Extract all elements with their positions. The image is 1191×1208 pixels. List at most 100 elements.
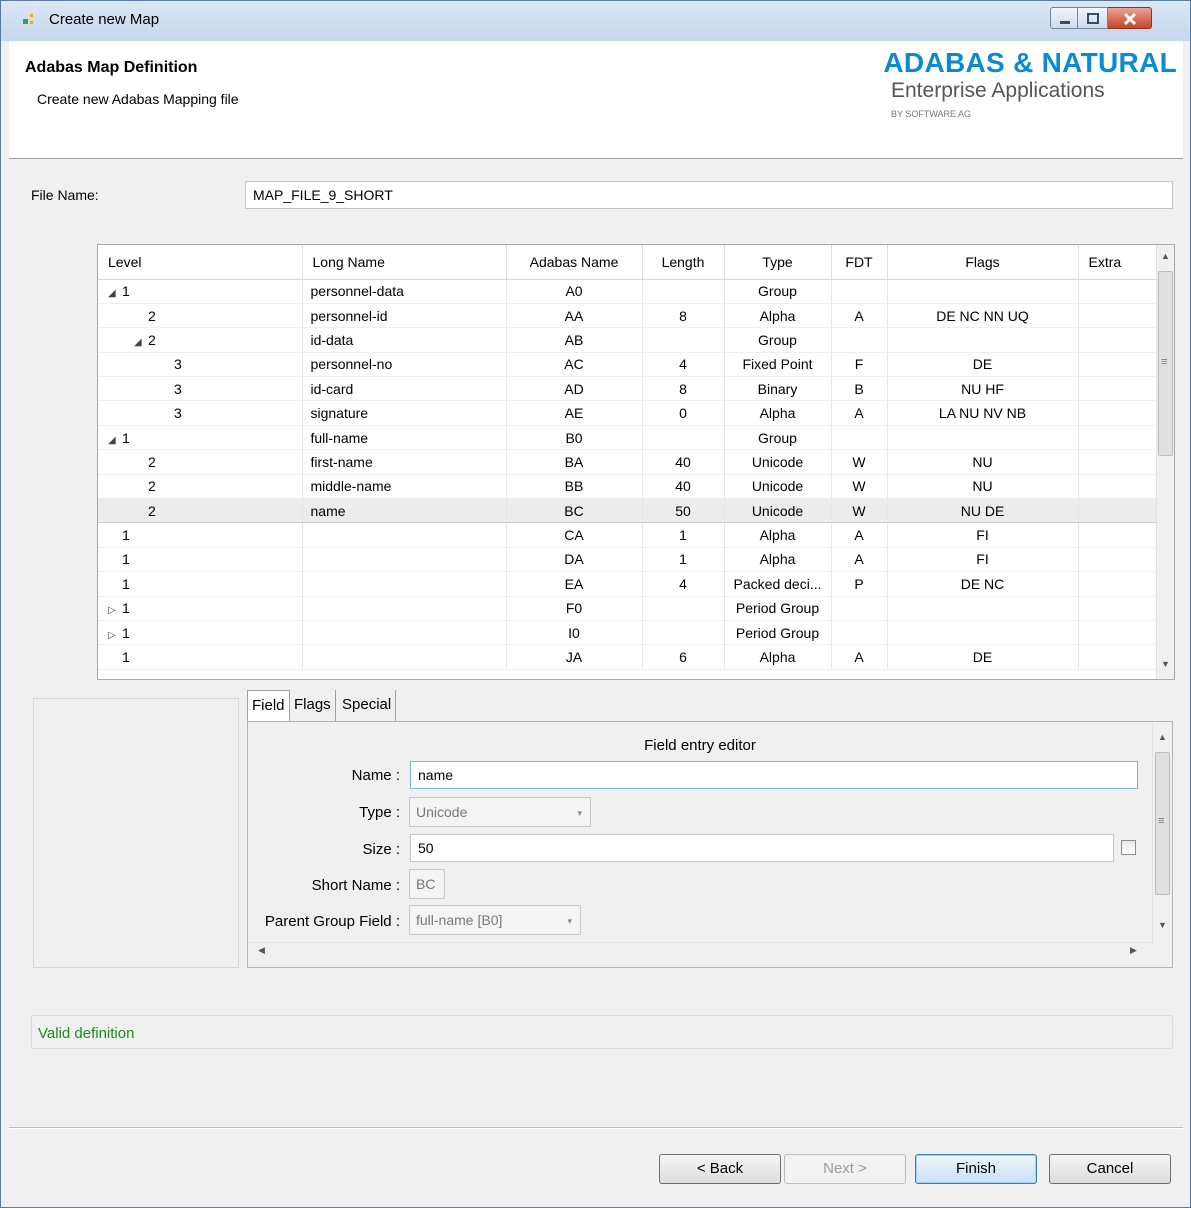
name-input[interactable]: name bbox=[410, 761, 1138, 789]
cell-extra bbox=[1078, 449, 1159, 475]
cell-type: Period Group bbox=[724, 620, 832, 646]
cell-adabas-name: JA bbox=[506, 644, 643, 670]
column-header-length[interactable]: Length bbox=[642, 245, 725, 280]
level-value: 2 bbox=[148, 502, 156, 519]
tree-collapsed-icon[interactable]: ▷ bbox=[108, 630, 122, 641]
table-row[interactable]: ▷ 1 F0 Period Group bbox=[98, 596, 1159, 621]
level-value: 2 bbox=[148, 478, 156, 495]
tree-expanded-icon[interactable]: ◢ bbox=[108, 435, 122, 446]
cancel-button[interactable]: Cancel bbox=[1049, 1154, 1171, 1184]
table-row[interactable]: 2 name BC 50 Unicode W NU DE bbox=[98, 498, 1159, 524]
tree-expanded-icon[interactable]: ◢ bbox=[108, 288, 122, 299]
cell-long-name: first-name bbox=[302, 449, 507, 475]
column-header-level[interactable]: Level bbox=[98, 245, 303, 280]
column-header-type[interactable]: Type bbox=[724, 245, 832, 280]
column-header-long-name[interactable]: Long Name bbox=[302, 245, 507, 280]
minimize-button[interactable] bbox=[1050, 7, 1078, 29]
chevron-down-icon: ▾ bbox=[577, 808, 582, 818]
editor-vertical-scrollbar[interactable]: ▲ ≡ ▼ bbox=[1152, 722, 1172, 942]
editor-scroll-up-icon[interactable]: ▲ bbox=[1154, 732, 1171, 742]
cell-length bbox=[642, 596, 725, 621]
editor-scroll-thumb[interactable]: ≡ bbox=[1155, 752, 1170, 895]
table-row[interactable]: 1 JA 6 Alpha A DE bbox=[98, 644, 1159, 670]
tab-field[interactable]: Field bbox=[247, 690, 290, 722]
maximize-button[interactable] bbox=[1078, 7, 1108, 29]
cell-level: 3 bbox=[98, 400, 303, 426]
table-row[interactable]: ◢ 2 id-data AB Group bbox=[98, 327, 1159, 353]
table-row[interactable]: 2 middle-name BB 40 Unicode W NU bbox=[98, 474, 1159, 500]
tree-expanded-icon[interactable]: ◢ bbox=[134, 337, 148, 348]
table-row[interactable]: 1 CA 1 Alpha A FI bbox=[98, 522, 1159, 548]
parent-group-select[interactable]: full-name [B0] ▾ bbox=[409, 905, 581, 935]
cell-long-name: signature bbox=[302, 400, 507, 426]
column-header-flags[interactable]: Flags bbox=[887, 245, 1079, 280]
size-checkbox[interactable] bbox=[1121, 840, 1136, 855]
column-header-adabas-name[interactable]: Adabas Name bbox=[506, 245, 643, 280]
cell-flags: NU bbox=[887, 474, 1079, 500]
cell-type: Unicode bbox=[724, 474, 832, 500]
cell-fdt: W bbox=[831, 449, 888, 475]
finish-button[interactable]: Finish bbox=[915, 1154, 1037, 1184]
cell-extra bbox=[1078, 620, 1159, 646]
scroll-right-icon[interactable]: ▶ bbox=[1125, 945, 1142, 956]
cell-length: 8 bbox=[642, 376, 725, 402]
cell-type: Alpha bbox=[724, 400, 832, 426]
table-row[interactable]: 1 EA 4 Packed deci... P DE NC bbox=[98, 571, 1159, 597]
type-select[interactable]: Unicode ▾ bbox=[409, 797, 591, 827]
cell-type: Group bbox=[724, 327, 832, 353]
tab-flags[interactable]: Flags bbox=[290, 690, 336, 722]
table-row[interactable]: ◢ 1 personnel-data A0 Group bbox=[98, 279, 1159, 304]
minimize-icon bbox=[1060, 21, 1070, 24]
cell-level: ◢ 1 bbox=[98, 425, 303, 451]
name-label: Name : bbox=[351, 767, 400, 784]
cell-length: 40 bbox=[642, 449, 725, 475]
cell-extra bbox=[1078, 425, 1159, 451]
cell-long-name: middle-name bbox=[302, 474, 507, 500]
editor-scroll-down-icon[interactable]: ▼ bbox=[1154, 920, 1171, 930]
table-row[interactable]: ◢ 1 full-name B0 Group bbox=[98, 425, 1159, 451]
next-button[interactable]: Next > bbox=[784, 1154, 906, 1184]
tab-special[interactable]: Special bbox=[338, 690, 397, 722]
table-row[interactable]: 3 signature AE 0 Alpha A LA NU NV NB bbox=[98, 400, 1159, 426]
cell-long-name bbox=[302, 522, 507, 548]
table-row[interactable]: 3 id-card AD 8 Binary B NU HF bbox=[98, 376, 1159, 402]
cell-length: 50 bbox=[642, 498, 725, 524]
editor-horizontal-scrollbar[interactable]: ◀ ▶ bbox=[249, 942, 1153, 960]
brand-logo: ADABAS & NATURAL bbox=[883, 47, 1177, 78]
cell-fdt: A bbox=[831, 522, 888, 548]
size-input[interactable]: 50 bbox=[410, 834, 1114, 862]
table-row[interactable]: 1 DA 1 Alpha A FI bbox=[98, 547, 1159, 573]
cell-long-name: full-name bbox=[302, 425, 507, 451]
cell-length bbox=[642, 327, 725, 353]
column-header-extra[interactable]: Extra bbox=[1078, 245, 1159, 280]
cell-extra bbox=[1078, 303, 1159, 329]
table-row[interactable]: 2 first-name BA 40 Unicode W NU bbox=[98, 449, 1159, 475]
column-header-fdt[interactable]: FDT bbox=[831, 245, 888, 280]
cell-fdt: A bbox=[831, 303, 888, 329]
cell-long-name: name bbox=[302, 498, 507, 524]
cell-flags bbox=[887, 279, 1079, 304]
table-row[interactable]: 3 personnel-no AC 4 Fixed Point F DE bbox=[98, 352, 1159, 378]
scroll-left-icon[interactable]: ◀ bbox=[253, 945, 270, 956]
file-name-input[interactable]: MAP_FILE_9_SHORT bbox=[245, 181, 1173, 209]
cell-flags: NU DE bbox=[887, 498, 1079, 524]
wizard-window: Create new Map Adabas Map Definition Cre… bbox=[0, 0, 1191, 1208]
cell-flags: DE bbox=[887, 644, 1079, 670]
title-bar: Create new Map bbox=[1, 1, 1190, 41]
cell-level: ▷ 1 bbox=[98, 620, 303, 646]
table-row[interactable]: ▷ 1 I0 Period Group bbox=[98, 620, 1159, 646]
scroll-down-icon[interactable]: ▼ bbox=[1157, 659, 1174, 669]
cell-long-name bbox=[302, 547, 507, 573]
cell-long-name bbox=[302, 644, 507, 670]
cell-adabas-name: AE bbox=[506, 400, 643, 426]
tree-collapsed-icon[interactable]: ▷ bbox=[108, 605, 122, 616]
table-row[interactable]: 2 personnel-id AA 8 Alpha A DE NC NN UQ bbox=[98, 303, 1159, 329]
cell-extra bbox=[1078, 596, 1159, 621]
table-scroll-thumb[interactable]: ≡ bbox=[1158, 271, 1173, 456]
cell-fdt bbox=[831, 279, 888, 304]
close-button[interactable] bbox=[1108, 7, 1152, 29]
table-vertical-scrollbar[interactable]: ▲ ≡ ▼ bbox=[1156, 245, 1174, 679]
fields-table: Level Long Name Adabas Name Length Type … bbox=[97, 244, 1175, 680]
back-button[interactable]: < Back bbox=[659, 1154, 781, 1184]
scroll-up-icon[interactable]: ▲ bbox=[1157, 251, 1174, 261]
